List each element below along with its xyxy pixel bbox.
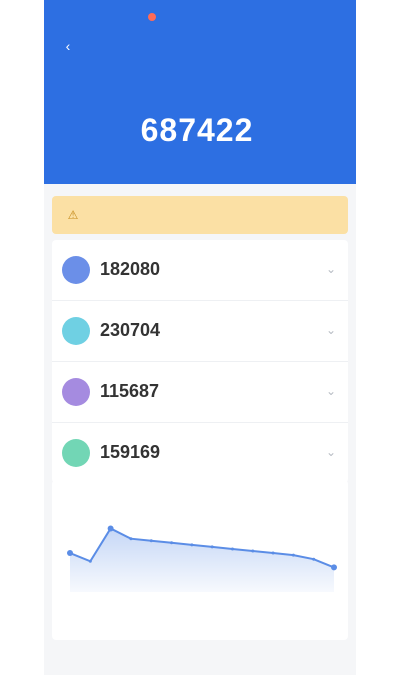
chevron-down-icon[interactable]: ⌄	[324, 323, 338, 337]
back-button[interactable]: ‹	[58, 36, 78, 56]
score-row-gpu[interactable]: 230704 ⌄	[52, 301, 348, 362]
chevron-down-icon[interactable]: ⌄	[324, 384, 338, 398]
chart-area	[70, 528, 334, 592]
score-row-mem[interactable]: 115687 ⌄	[52, 362, 348, 423]
notice-banner[interactable]: ⚠	[52, 196, 348, 234]
score-row-ux[interactable]: 159169 ⌄	[52, 423, 348, 483]
ux-icon	[62, 439, 90, 467]
score-value: 182080	[100, 259, 164, 280]
chart-footer	[52, 608, 348, 628]
bottom-bar	[52, 644, 348, 666]
chart-point	[170, 541, 174, 545]
chart-point	[291, 553, 295, 557]
chart-point	[331, 564, 337, 571]
memory-icon	[62, 378, 90, 406]
chart-point	[271, 551, 275, 555]
nav-bar: ‹	[44, 36, 356, 56]
header: ‹ 687422	[44, 0, 356, 184]
score-row-cpu[interactable]: 182080 ⌄	[52, 240, 348, 301]
chart-point	[149, 539, 153, 543]
warning-icon: ⚠	[67, 208, 79, 222]
chart-point	[129, 537, 133, 541]
notification-dot	[148, 13, 156, 21]
total-score: 687422	[44, 112, 356, 149]
phone-frame: ‹ 687422 ⚠ 182080 ⌄ 230704 ⌄ 115687 ⌄ 15…	[44, 0, 356, 675]
chart-point	[230, 547, 234, 551]
status-bar	[44, 10, 356, 26]
cpu-icon	[62, 256, 90, 284]
chart-point	[190, 543, 194, 547]
gpu-icon	[62, 317, 90, 345]
score-number: 230704	[100, 320, 161, 340]
total-score-value: 687422	[140, 112, 254, 148]
chart-point	[67, 550, 73, 557]
performance-chart	[67, 525, 337, 592]
score-list: 182080 ⌄ 230704 ⌄ 115687 ⌄ 159169 ⌄	[52, 240, 348, 483]
score-number: 159169	[100, 442, 161, 462]
performance-chart-card	[52, 480, 348, 640]
chart-point	[88, 559, 92, 563]
chart-point	[107, 525, 114, 532]
chevron-down-icon[interactable]: ⌄	[324, 445, 338, 459]
back-arrow-icon: ‹	[65, 38, 71, 54]
score-value: 230704	[100, 320, 164, 341]
chevron-down-icon[interactable]: ⌄	[324, 262, 338, 276]
chart-point	[312, 557, 316, 561]
score-number: 115687	[100, 381, 160, 401]
score-value: 115687	[100, 381, 163, 402]
score-number: 182080	[100, 259, 161, 279]
chart-point	[251, 549, 255, 553]
chart-point	[210, 545, 214, 549]
score-value: 159169	[100, 442, 164, 463]
